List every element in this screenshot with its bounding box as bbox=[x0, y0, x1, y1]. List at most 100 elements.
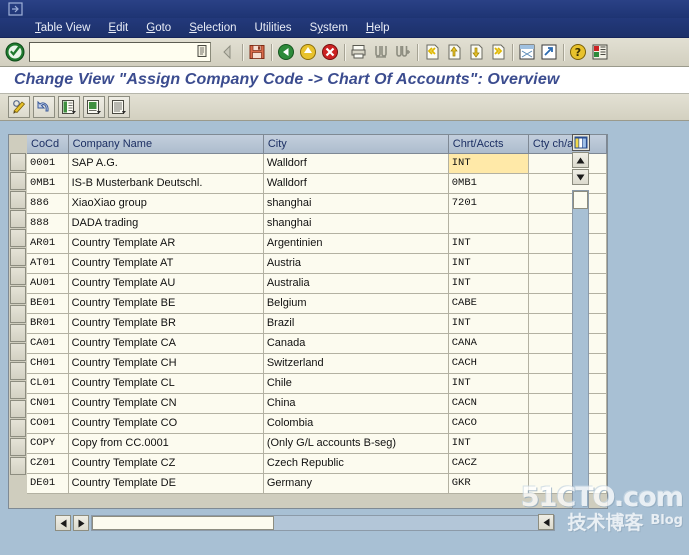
next-page-icon[interactable] bbox=[465, 41, 487, 63]
menu-item-edit[interactable]: Edit bbox=[99, 21, 137, 35]
cell-name[interactable]: Country Template CA bbox=[68, 333, 264, 354]
cell-city[interactable]: (Only G/L accounts B-seg) bbox=[263, 433, 449, 454]
cell-cocd[interactable]: AR01 bbox=[27, 233, 69, 254]
command-field[interactable] bbox=[29, 42, 211, 62]
cell-name[interactable]: SAP A.G. bbox=[68, 153, 264, 174]
horizontal-scrollbar[interactable] bbox=[55, 514, 555, 532]
find-next-icon[interactable] bbox=[392, 41, 414, 63]
cell-cty[interactable] bbox=[528, 413, 607, 434]
cell-cty[interactable] bbox=[528, 433, 607, 454]
cell-city[interactable]: Czech Republic bbox=[263, 453, 449, 474]
cell-city[interactable]: Chile bbox=[263, 373, 449, 394]
cell-coa[interactable]: CACZ bbox=[448, 453, 529, 474]
cell-cocd[interactable]: AU01 bbox=[27, 273, 69, 294]
cell-coa[interactable]: INT bbox=[448, 373, 529, 394]
cell-cocd[interactable]: 0MB1 bbox=[27, 173, 69, 194]
cell-cocd[interactable]: AT01 bbox=[27, 253, 69, 274]
column-header-cocd[interactable]: CoCd bbox=[27, 135, 69, 154]
cell-coa[interactable]: CANA bbox=[448, 333, 529, 354]
cell-cocd[interactable]: BR01 bbox=[27, 313, 69, 334]
row-selector-button[interactable] bbox=[10, 305, 26, 323]
row-selector-button[interactable] bbox=[10, 267, 26, 285]
row-selector-button[interactable] bbox=[10, 324, 26, 342]
customize-layout-icon[interactable] bbox=[589, 41, 611, 63]
cell-city[interactable]: Colombia bbox=[263, 413, 449, 434]
row-selector-button[interactable] bbox=[10, 381, 26, 399]
cell-name[interactable]: Country Template AR bbox=[68, 233, 264, 254]
cell-coa[interactable]: CACO bbox=[448, 413, 529, 434]
table-row[interactable]: CO01 Country Template CO Colombia CACO bbox=[27, 413, 607, 434]
cell-cty[interactable] bbox=[528, 353, 607, 374]
menu-item-selection[interactable]: Selection bbox=[180, 21, 245, 35]
cell-cty[interactable] bbox=[528, 333, 607, 354]
table-row[interactable]: 0001 SAP A.G. Walldorf INT bbox=[27, 153, 607, 174]
cell-coa[interactable]: INT bbox=[448, 233, 529, 254]
row-selector-button[interactable] bbox=[10, 191, 26, 209]
find-icon[interactable] bbox=[370, 41, 392, 63]
table-row[interactable]: AU01 Country Template AU Australia INT bbox=[27, 273, 607, 294]
cell-name[interactable]: Country Template AU bbox=[68, 273, 264, 294]
cell-city[interactable]: Australia bbox=[263, 273, 449, 294]
column-header-cty-ch-act[interactable]: Cty ch/act bbox=[528, 135, 607, 154]
cell-name[interactable]: Country Template CN bbox=[68, 393, 264, 414]
details-icon[interactable] bbox=[108, 96, 130, 118]
row-selector-button[interactable] bbox=[10, 343, 26, 361]
cell-city[interactable]: shanghai bbox=[263, 213, 449, 234]
cell-coa[interactable]: INT bbox=[448, 253, 529, 274]
cell-city[interactable]: Belgium bbox=[263, 293, 449, 314]
cell-cocd[interactable]: 886 bbox=[27, 193, 69, 214]
table-row[interactable]: CL01 Country Template CL Chile INT bbox=[27, 373, 607, 394]
scroll-right-outer-icon[interactable] bbox=[538, 514, 554, 530]
undo-arrow-icon[interactable] bbox=[33, 96, 55, 118]
scroll-down-icon[interactable] bbox=[572, 169, 589, 185]
cell-name[interactable]: Country Template CZ bbox=[68, 453, 264, 474]
cell-cocd[interactable]: 0001 bbox=[27, 153, 69, 174]
table-row[interactable]: CA01 Country Template CA Canada CANA bbox=[27, 333, 607, 354]
last-page-icon[interactable] bbox=[487, 41, 509, 63]
menu-item-table-view[interactable]: Table View bbox=[26, 21, 99, 35]
row-selector-button[interactable] bbox=[10, 400, 26, 418]
table-row[interactable]: 886 XiaoXiao group shanghai 7201 bbox=[27, 193, 607, 214]
deselect-all-icon[interactable] bbox=[83, 96, 105, 118]
cell-cocd[interactable]: 888 bbox=[27, 213, 69, 234]
cell-cty[interactable] bbox=[528, 313, 607, 334]
cell-coa[interactable]: CABE bbox=[448, 293, 529, 314]
menu-item-utilities[interactable]: Utilities bbox=[246, 21, 301, 35]
cell-cty[interactable] bbox=[528, 153, 607, 174]
table-row[interactable]: CN01 Country Template CN China CACN bbox=[27, 393, 607, 414]
table-row[interactable]: CH01 Country Template CH Switzerland CACH bbox=[27, 353, 607, 374]
row-selector-button[interactable] bbox=[10, 438, 26, 456]
cell-coa[interactable] bbox=[448, 213, 529, 234]
first-page-icon[interactable] bbox=[421, 41, 443, 63]
horizontal-scrollbar-track[interactable] bbox=[91, 515, 555, 531]
cell-city[interactable]: Canada bbox=[263, 333, 449, 354]
table-row[interactable]: BE01 Country Template BE Belgium CABE bbox=[27, 293, 607, 314]
vertical-scrollbar-thumb[interactable] bbox=[573, 191, 588, 209]
cell-cty[interactable] bbox=[528, 253, 607, 274]
cell-name[interactable]: Country Template CH bbox=[68, 353, 264, 374]
create-session-icon[interactable] bbox=[516, 41, 538, 63]
column-header-chrt-accts[interactable]: Chrt/Accts bbox=[448, 135, 529, 154]
row-selector-button[interactable] bbox=[10, 457, 26, 475]
cell-cty[interactable] bbox=[528, 173, 607, 194]
cell-coa[interactable]: INT bbox=[448, 433, 529, 454]
menu-item-goto[interactable]: Goto bbox=[137, 21, 180, 35]
cell-city[interactable]: shanghai bbox=[263, 193, 449, 214]
cancel-red-icon[interactable] bbox=[319, 41, 341, 63]
row-selector-button[interactable] bbox=[10, 362, 26, 380]
cell-name[interactable]: Country Template BR bbox=[68, 313, 264, 334]
cell-coa[interactable]: GKR bbox=[448, 473, 529, 494]
cell-cty[interactable] bbox=[528, 393, 607, 414]
scroll-left-icon[interactable] bbox=[55, 515, 71, 531]
display-change-icon[interactable] bbox=[8, 96, 30, 118]
cell-cty[interactable] bbox=[528, 293, 607, 314]
cell-cocd[interactable]: COPY bbox=[27, 433, 69, 454]
cell-city[interactable]: Walldorf bbox=[263, 153, 449, 174]
column-config-icon[interactable] bbox=[572, 134, 590, 151]
horizontal-scrollbar-thumb[interactable] bbox=[92, 516, 274, 530]
cell-city[interactable]: Walldorf bbox=[263, 173, 449, 194]
back-green-icon[interactable] bbox=[275, 41, 297, 63]
exit-yellow-icon[interactable] bbox=[297, 41, 319, 63]
row-selector-button[interactable] bbox=[10, 248, 26, 266]
cell-cocd[interactable]: CL01 bbox=[27, 373, 69, 394]
